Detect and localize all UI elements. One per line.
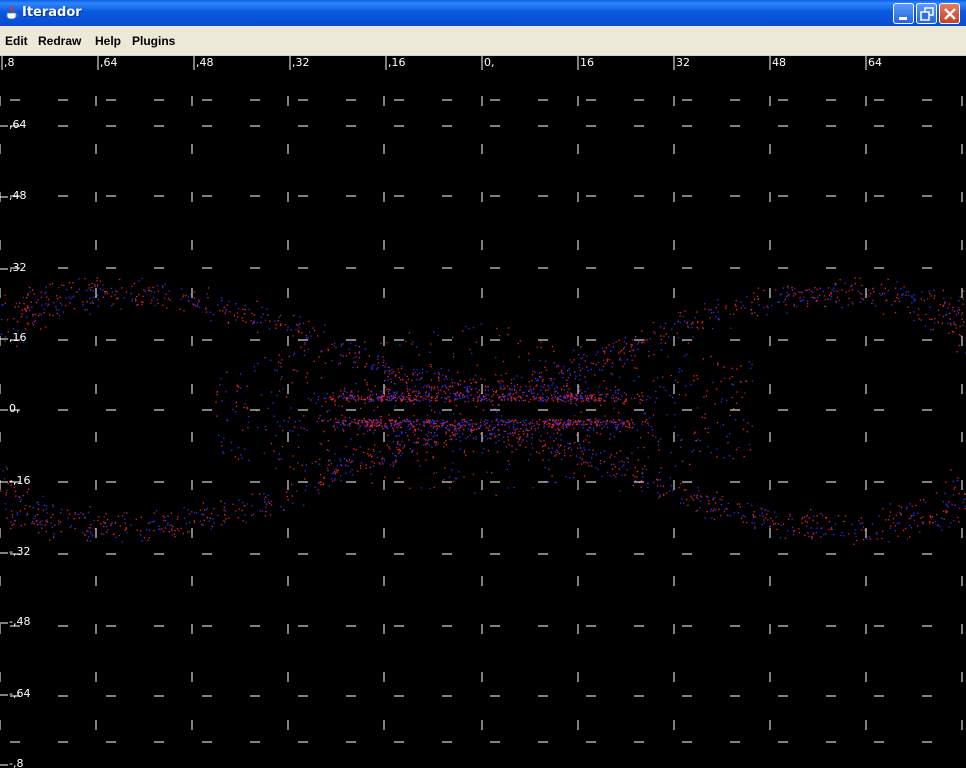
- menu-edit[interactable]: Edit: [5, 34, 28, 48]
- restore-button[interactable]: [916, 3, 937, 24]
- x-tick-label: 16: [580, 56, 594, 69]
- y-tick-label: -,32: [9, 545, 30, 558]
- close-icon: [944, 8, 956, 20]
- axis-grid: [0, 96, 963, 743]
- y-tick-label: ,32: [9, 261, 27, 274]
- menu-plugins[interactable]: Plugins: [132, 34, 175, 48]
- y-tick-label: -,16: [9, 474, 30, 487]
- y-tick-label: -,8: [9, 757, 23, 768]
- x-tick-label: ,16: [388, 56, 406, 69]
- y-tick-label: ,64: [9, 118, 27, 131]
- menu-bar: Edit Redraw Help Plugins: [0, 26, 966, 56]
- restore-icon: [920, 7, 934, 21]
- x-tick-label: 32: [676, 56, 690, 69]
- minimize-icon: [899, 17, 907, 20]
- close-button[interactable]: [939, 3, 960, 24]
- x-tick-label: 64: [868, 56, 882, 69]
- minimize-button[interactable]: [893, 3, 914, 24]
- x-tick-label: ,8: [4, 56, 15, 69]
- attractor-points: [0, 277, 966, 545]
- title-bar[interactable]: Iterador: [0, 0, 966, 26]
- menu-help[interactable]: Help: [95, 34, 121, 48]
- attractor-plot: ,8 ,64 ,48 ,32 ,16 0, 16 32 48 64 ,64 ,48 ,32 ,16 0, -,…: [0, 56, 966, 768]
- java-cup-icon: [6, 5, 18, 20]
- x-tick-label: ,48: [196, 56, 214, 69]
- y-tick-label: -,48: [9, 615, 30, 628]
- x-tick-label: ,32: [292, 56, 310, 69]
- y-tick-label: 0,: [9, 402, 20, 415]
- menu-redraw[interactable]: Redraw: [38, 34, 81, 48]
- y-tick-label: ,16: [9, 331, 27, 344]
- plot-canvas[interactable]: ,8 ,64 ,48 ,32 ,16 0, 16 32 48 64 ,64 ,48 ,32 ,16 0, -,…: [0, 56, 966, 768]
- window-title: Iterador: [22, 5, 82, 20]
- x-tick-label: 48: [772, 56, 786, 69]
- x-tick-label: 0,: [484, 56, 495, 69]
- y-tick-label: -,64: [9, 687, 30, 700]
- y-tick-label: ,48: [9, 189, 27, 202]
- x-tick-label: ,64: [100, 56, 118, 69]
